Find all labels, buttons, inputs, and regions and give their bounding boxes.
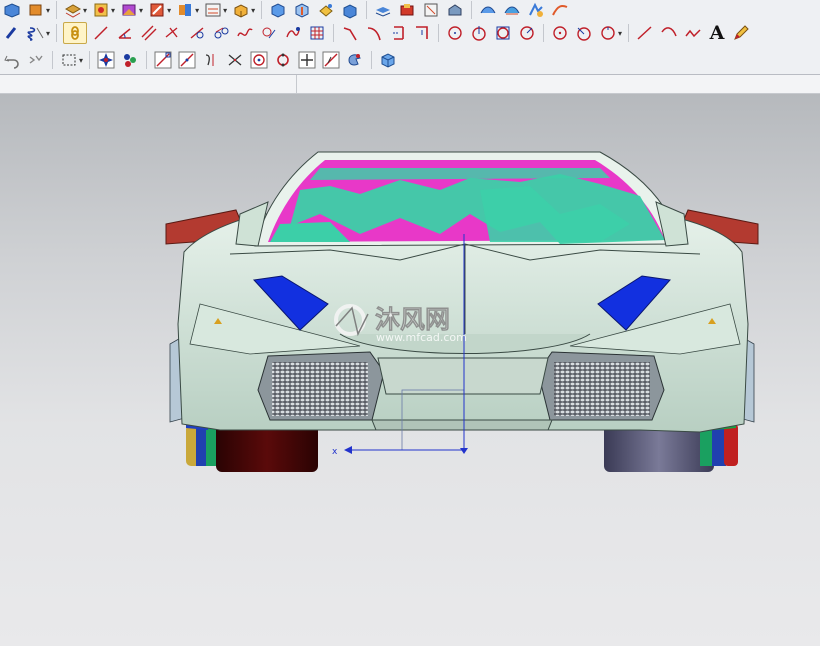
undo-icon[interactable] [26, 50, 46, 70]
corner-icon[interactable] [340, 23, 360, 43]
standard-toolbar: ▾ ▾ ▾ ▾ ▾ ▾ ▾ ▾ [0, 0, 820, 21]
feature-icon[interactable] [292, 0, 312, 20]
surface-icon[interactable] [550, 0, 570, 20]
right-grille-mesh [554, 362, 650, 416]
circle-tangent-icon[interactable] [469, 23, 489, 43]
x-axis-label: x [332, 447, 338, 457]
view-cube-icon[interactable] [378, 50, 398, 70]
block-icon[interactable] [340, 0, 360, 20]
snap-midpoint-icon[interactable] [177, 50, 197, 70]
view-group-icon[interactable] [147, 0, 167, 20]
angle-line-icon[interactable] [115, 23, 135, 43]
curve-toolbar: ▾ ▾ A [0, 20, 820, 47]
snap-quadrant-icon[interactable] [273, 50, 293, 70]
text-icon[interactable]: A [707, 22, 727, 44]
stack-icon[interactable] [445, 0, 465, 20]
stack-icon[interactable] [373, 0, 393, 20]
line-icon[interactable] [91, 23, 111, 43]
snap-points-icon[interactable] [96, 50, 116, 70]
hatch-icon[interactable] [307, 23, 327, 43]
stack-icon[interactable] [397, 0, 417, 20]
graphics-viewport[interactable]: x 沐风网 www.mfcad.com [0, 94, 820, 646]
tab-divider [296, 75, 297, 93]
box-icon[interactable] [203, 0, 223, 20]
circle-edge-icon[interactable] [574, 23, 594, 43]
selection-box-icon[interactable] [59, 50, 79, 70]
circle-square-icon[interactable] [493, 23, 513, 43]
spline-icon[interactable] [235, 23, 255, 43]
snap-endpoint-icon[interactable] [153, 50, 173, 70]
draw-icon[interactable] [731, 23, 751, 43]
point-icon[interactable] [2, 23, 22, 43]
blend-icon[interactable] [283, 23, 303, 43]
undo-icon[interactable] [2, 50, 22, 70]
snap-multi-icon[interactable] [120, 50, 140, 70]
car-model: x 沐风网 www.mfcad.com [165, 151, 759, 472]
view-icon[interactable] [119, 0, 139, 20]
parallel-line-icon[interactable] [139, 23, 159, 43]
cube-icon[interactable] [231, 0, 251, 20]
left-wheel [186, 424, 318, 472]
part-icon[interactable] [91, 0, 111, 20]
curve-icon[interactable] [211, 23, 231, 43]
snap-on-curve-icon[interactable] [321, 50, 341, 70]
coil-icon[interactable] [26, 23, 46, 43]
arc-corner-icon[interactable] [364, 23, 384, 43]
stack-icon[interactable] [421, 0, 441, 20]
snap-link-icon[interactable] [63, 22, 88, 44]
tangent-line-icon[interactable] [187, 23, 207, 43]
orient-icon[interactable] [175, 0, 195, 20]
circle-center-icon[interactable] [445, 23, 465, 43]
left-grille-mesh [272, 362, 368, 416]
snap-tangent-icon[interactable] [201, 50, 221, 70]
circle-dropdown-icon[interactable] [598, 23, 618, 43]
snap-intersection-icon[interactable] [225, 50, 245, 70]
surface-icon[interactable] [478, 0, 498, 20]
cube-icon[interactable] [268, 0, 288, 20]
bracket-corner-icon[interactable] [388, 23, 408, 43]
offset-corner-icon[interactable] [412, 23, 432, 43]
perpendicular-line-icon[interactable] [163, 23, 183, 43]
snap-center-icon[interactable] [249, 50, 269, 70]
surface-icon[interactable] [526, 0, 546, 20]
shaded-box-icon[interactable] [26, 0, 46, 20]
snap-grid-icon[interactable] [297, 50, 317, 70]
watermark-url: www.mfcad.com [376, 331, 467, 344]
circle-point-icon[interactable] [550, 23, 570, 43]
surface-icon[interactable] [502, 0, 522, 20]
render-cube-icon[interactable] [2, 0, 22, 20]
layer-icon[interactable] [63, 0, 83, 20]
selection-toolbar: ▾ [0, 46, 820, 75]
snap-face-icon[interactable] [345, 50, 365, 70]
arc-icon[interactable] [659, 23, 679, 43]
watermark-name: 沐风网 [375, 305, 450, 334]
tab-bar [0, 75, 820, 94]
circle-arc-icon[interactable] [517, 23, 537, 43]
text-tool-label: A [709, 22, 725, 44]
blend-icon[interactable] [259, 23, 279, 43]
block-icon[interactable] [316, 0, 336, 20]
diagonal-line-icon[interactable] [635, 23, 655, 43]
zigzag-icon[interactable] [683, 23, 703, 43]
